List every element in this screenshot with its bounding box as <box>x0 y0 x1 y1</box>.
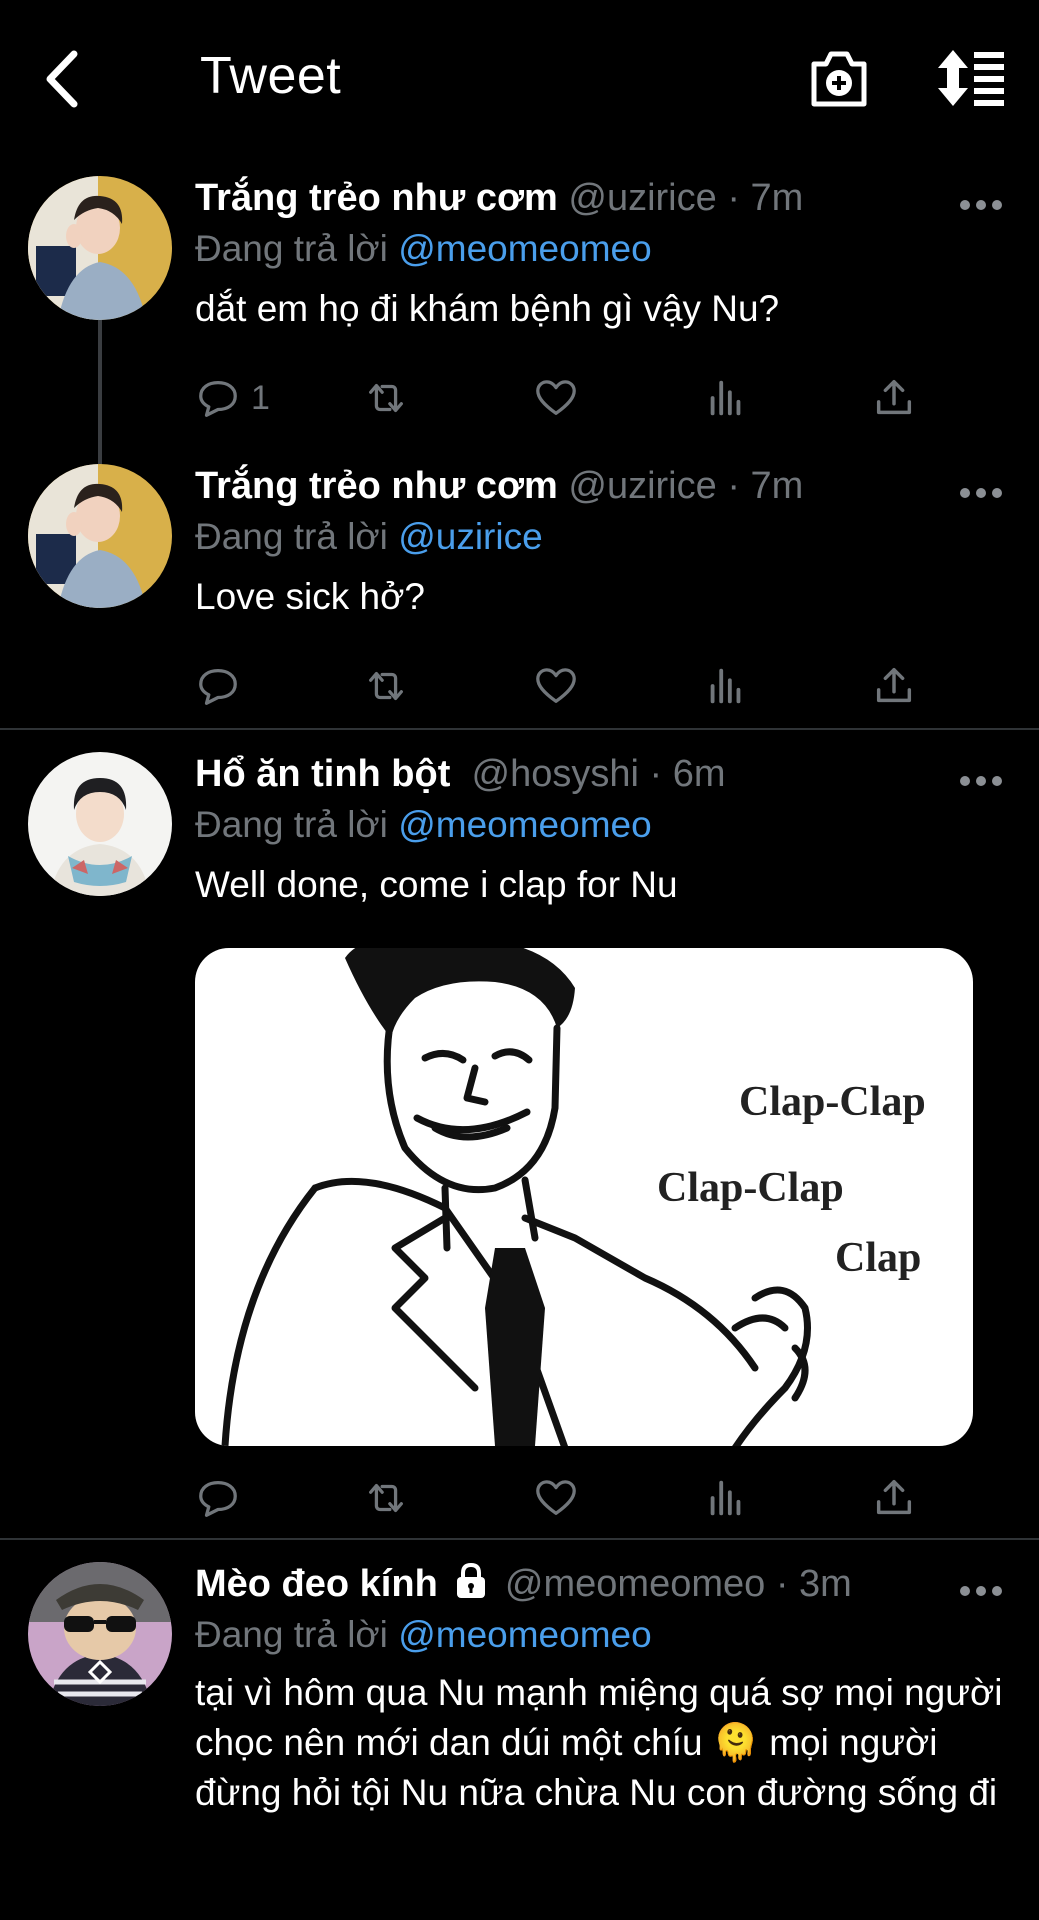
like-button[interactable] <box>533 658 579 714</box>
tweet-text: Love sick hở? <box>195 576 425 617</box>
retweet-button[interactable] <box>363 1470 409 1526</box>
thread-line <box>98 320 102 466</box>
heart-icon <box>536 668 576 703</box>
reply-mention-link[interactable]: @uzirice <box>398 516 542 557</box>
analytics-icon <box>710 1480 741 1516</box>
handle-time: @hosyshi · 6m <box>471 753 726 795</box>
more-options-button[interactable] <box>959 774 1003 788</box>
display-name[interactable]: Trắng trẻo như cơm <box>195 177 558 219</box>
heart-icon <box>536 1480 576 1515</box>
analytics-icon <box>710 668 741 704</box>
share-icon <box>876 379 912 415</box>
reply-button[interactable] <box>195 658 241 714</box>
like-button[interactable] <box>533 1470 579 1526</box>
analytics-button[interactable] <box>703 658 749 714</box>
retweet-button[interactable] <box>363 370 409 426</box>
replying-prefix: Đang trả lời <box>195 804 388 845</box>
divider <box>0 1538 1039 1540</box>
avatar[interactable] <box>28 752 172 896</box>
lock-icon <box>457 1562 486 1598</box>
tweet-text: Well done, come i clap for Nu <box>195 864 678 905</box>
analytics-button[interactable] <box>703 1470 749 1526</box>
more-options-button[interactable] <box>959 1584 1003 1598</box>
clapping-man-illustration <box>221 948 811 1446</box>
reply-button[interactable] <box>195 1470 241 1526</box>
retweet-icon <box>369 671 403 701</box>
share-icon <box>876 667 912 703</box>
replying-prefix: Đang trả lời <box>195 228 388 269</box>
reply-count: 1 <box>251 378 270 417</box>
share-icon <box>876 1479 912 1515</box>
divider <box>0 728 1039 730</box>
page-title: Tweet <box>200 47 342 105</box>
avatar[interactable] <box>28 464 172 608</box>
more-options-button[interactable] <box>959 486 1003 500</box>
sort-list-icon <box>938 50 1004 106</box>
avatar[interactable] <box>28 176 172 320</box>
tweet-text: dắt em họ đi khám bệnh gì vậy Nu? <box>195 288 780 329</box>
more-options-button[interactable] <box>959 198 1003 212</box>
reply-mention-link[interactable]: @meomeomeo <box>398 228 652 269</box>
media-caption: Clap <box>835 1235 922 1281</box>
more-icon <box>960 488 1002 498</box>
media-caption: Clap-Clap <box>739 1079 926 1125</box>
replying-prefix: Đang trả lời <box>195 1614 388 1655</box>
chevron-left-icon <box>46 50 78 108</box>
handle-time: @meomeomeo · 3m <box>504 1563 852 1605</box>
tweet-image[interactable]: Clap-Clap Clap-Clap Clap <box>195 948 973 1446</box>
reply-mention-link[interactable]: @meomeomeo <box>398 1614 652 1655</box>
camera-plus-icon <box>811 51 867 107</box>
like-button[interactable] <box>533 370 579 426</box>
share-button[interactable] <box>871 1470 917 1526</box>
retweet-button[interactable] <box>363 658 409 714</box>
analytics-icon <box>710 380 741 416</box>
replying-prefix: Đang trả lời <box>195 516 388 557</box>
retweet-icon <box>369 1483 403 1513</box>
analytics-button[interactable] <box>703 370 749 426</box>
back-button[interactable] <box>40 48 84 110</box>
handle-time: @uzirice · 7m <box>568 465 804 507</box>
tweet-text: tại vì hôm qua Nu mạnh miệng quá sợ mọi … <box>195 1672 1003 1813</box>
display-name[interactable]: Hổ ăn tinh bột <box>195 753 450 795</box>
reply-icon <box>199 669 237 705</box>
sort-button[interactable] <box>936 50 1008 106</box>
retweet-icon <box>369 383 403 413</box>
media-caption: Clap-Clap <box>657 1165 844 1211</box>
more-icon <box>960 1586 1002 1596</box>
handle-time: @uzirice · 7m <box>568 177 804 219</box>
heart-icon <box>536 380 576 415</box>
more-icon <box>960 776 1002 786</box>
display-name[interactable]: Mèo đeo kính <box>195 1563 438 1605</box>
top-bar: Tweet <box>0 0 1039 160</box>
reply-mention-link[interactable]: @meomeomeo <box>398 804 652 845</box>
reply-icon <box>199 381 237 417</box>
more-icon <box>960 200 1002 210</box>
reply-button[interactable]: 1 <box>195 370 270 426</box>
share-button[interactable] <box>871 658 917 714</box>
camera-button[interactable] <box>808 48 870 110</box>
avatar[interactable] <box>28 1562 172 1706</box>
display-name[interactable]: Trắng trẻo như cơm <box>195 465 558 507</box>
reply-icon <box>199 1481 237 1517</box>
share-button[interactable] <box>871 370 917 426</box>
